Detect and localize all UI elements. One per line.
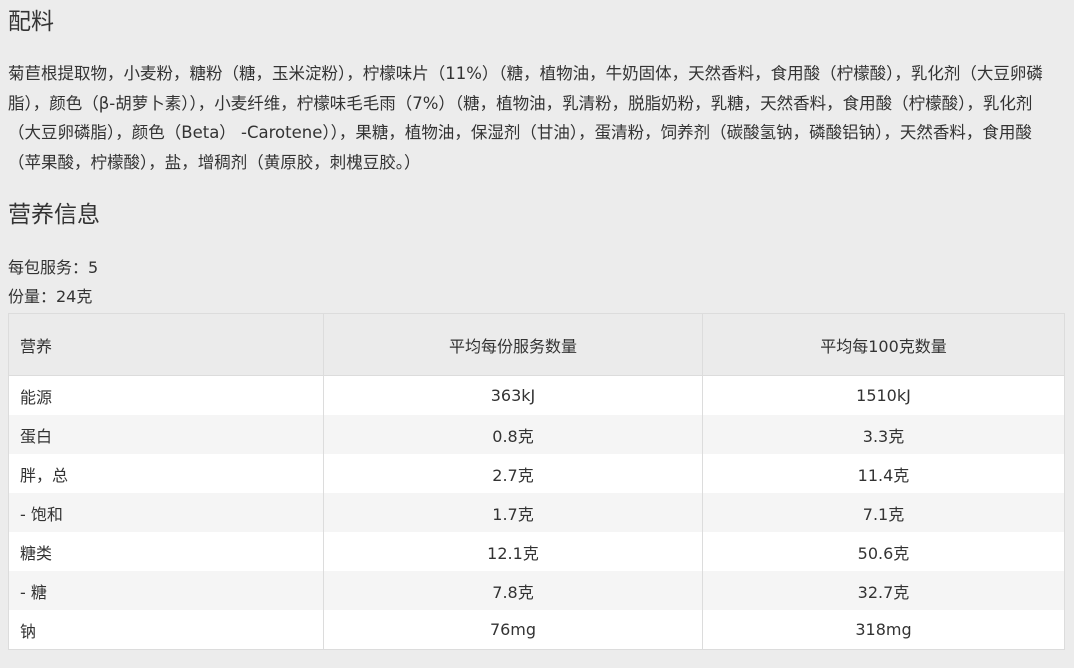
table-row: - 糖 7.8克 32.7克 [8, 571, 1065, 610]
table-row: 能源 363kJ 1510kJ [8, 375, 1065, 415]
table-row: 糖类 12.1克 50.6克 [8, 532, 1065, 571]
table-row: 胖，总 2.7克 11.4克 [8, 454, 1065, 493]
per-serving-value: 0.8克 [323, 415, 703, 454]
nutrient-name: 胖，总 [8, 454, 324, 493]
per-serving-value: 7.8克 [323, 571, 703, 610]
per-100g-value: 50.6克 [702, 532, 1065, 571]
per-serving-value: 2.7克 [323, 454, 703, 493]
nutrient-name: 蛋白 [8, 415, 324, 454]
per-100g-value: 3.3克 [702, 415, 1065, 454]
table-header-row: 营养 平均每份服务数量 平均每100克数量 [8, 313, 1065, 376]
product-info-page: 配料 菊苣根提取物，小麦粉，糖粉（糖，玉米淀粉），柠檬味片（11%）（糖，植物油… [0, 0, 1074, 668]
per-100g-value: 11.4克 [702, 454, 1065, 493]
per-100g-value: 318mg [702, 610, 1065, 650]
table-row: - 饱和 1.7克 7.1克 [8, 493, 1065, 532]
nutrient-name: 能源 [8, 375, 324, 415]
serving-size: 份量：24克 [8, 287, 93, 306]
nutrition-table: 营养 平均每份服务数量 平均每100克数量 能源 363kJ 1510kJ 蛋白… [8, 313, 1065, 650]
ingredients-text: 菊苣根提取物，小麦粉，糖粉（糖，玉米淀粉），柠檬味片（11%）（糖，植物油，牛奶… [8, 64, 1043, 172]
per-100g-value: 7.1克 [702, 493, 1065, 532]
per-serving-value: 12.1克 [323, 532, 703, 571]
nutrition-heading: 营养信息 [8, 202, 100, 228]
ingredients-heading: 配料 [8, 9, 54, 35]
per-serving-value: 76mg [323, 610, 703, 650]
per-100g-value: 1510kJ [702, 375, 1065, 415]
column-header-nutrient: 营养 [8, 313, 324, 376]
table-row: 蛋白 0.8克 3.3克 [8, 415, 1065, 454]
nutrient-name: 钠 [8, 610, 324, 650]
per-serving-value: 363kJ [323, 375, 703, 415]
per-serving-value: 1.7克 [323, 493, 703, 532]
column-header-per-serving: 平均每份服务数量 [323, 313, 703, 376]
servings-per-pack: 每包服务：5 [8, 258, 99, 277]
nutrient-name: - 饱和 [8, 493, 324, 532]
column-header-per-100g: 平均每100克数量 [702, 313, 1065, 376]
per-100g-value: 32.7克 [702, 571, 1065, 610]
nutrient-name: 糖类 [8, 532, 324, 571]
table-row: 钠 76mg 318mg [8, 610, 1065, 650]
nutrient-name: - 糖 [8, 571, 324, 610]
